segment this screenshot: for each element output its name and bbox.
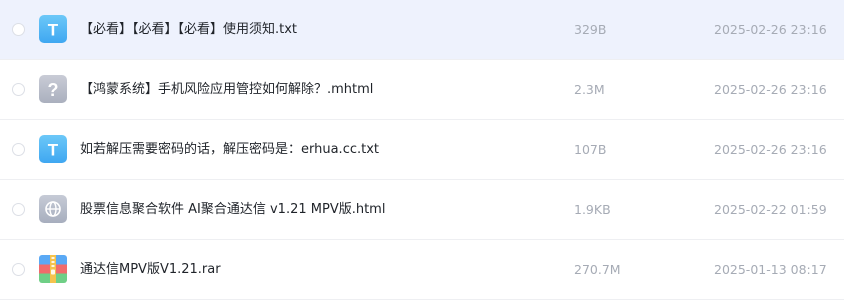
file-name[interactable]: 通达信MPV版V1.21.rar (80, 240, 221, 300)
row-checkbox[interactable] (12, 263, 25, 276)
file-size: 2.3M (574, 82, 605, 97)
row-checkbox[interactable] (12, 23, 25, 36)
txt-icon-glyph: T (48, 141, 59, 160)
file-size: 1.9KB (574, 202, 611, 217)
unknown-file-icon: ? (39, 75, 67, 103)
file-name[interactable]: 【必看】【必看】【必看】使用须知.txt (80, 0, 297, 60)
row-checkbox[interactable] (12, 203, 25, 216)
txt-file-icon: T (39, 15, 67, 43)
file-name[interactable]: 【鸿蒙系统】手机风险应用管控如何解除？.mhtml (80, 60, 373, 120)
file-row[interactable]: ? 【鸿蒙系统】手机风险应用管控如何解除？.mhtml 2.3M 2025-02… (0, 60, 844, 120)
file-name[interactable]: 如若解压需要密码的话，解压密码是：erhua.cc.txt (80, 120, 379, 180)
file-row[interactable]: 通达信MPV版V1.21.rar 270.7M 2025-01-13 08:17 (0, 240, 844, 300)
txt-icon-glyph: T (48, 21, 59, 40)
row-checkbox[interactable] (12, 83, 25, 96)
file-date: 2025-02-22 01:59 (714, 202, 827, 217)
file-date: 2025-02-26 23:16 (714, 82, 827, 97)
row-checkbox[interactable] (12, 143, 25, 156)
file-row[interactable]: 股票信息聚合软件 AI聚合通达信 v1.21 MPV版.html 1.9KB 2… (0, 180, 844, 240)
txt-file-icon: T (39, 135, 67, 163)
file-size: 107B (574, 142, 607, 157)
file-row[interactable]: T 如若解压需要密码的话，解压密码是：erhua.cc.txt 107B 202… (0, 120, 844, 180)
file-list: T 【必看】【必看】【必看】使用须知.txt 329B 2025-02-26 2… (0, 0, 844, 300)
file-name[interactable]: 股票信息聚合软件 AI聚合通达信 v1.21 MPV版.html (80, 180, 385, 240)
file-date: 2025-02-26 23:16 (714, 22, 827, 37)
file-date: 2025-01-13 08:17 (714, 262, 827, 277)
file-size: 270.7M (574, 262, 621, 277)
html-file-icon (39, 195, 67, 223)
file-size: 329B (574, 22, 607, 37)
rar-archive-icon (39, 255, 67, 283)
file-row[interactable]: T 【必看】【必看】【必看】使用须知.txt 329B 2025-02-26 2… (0, 0, 844, 60)
file-date: 2025-02-26 23:16 (714, 142, 827, 157)
unknown-icon-glyph: ? (48, 80, 59, 100)
